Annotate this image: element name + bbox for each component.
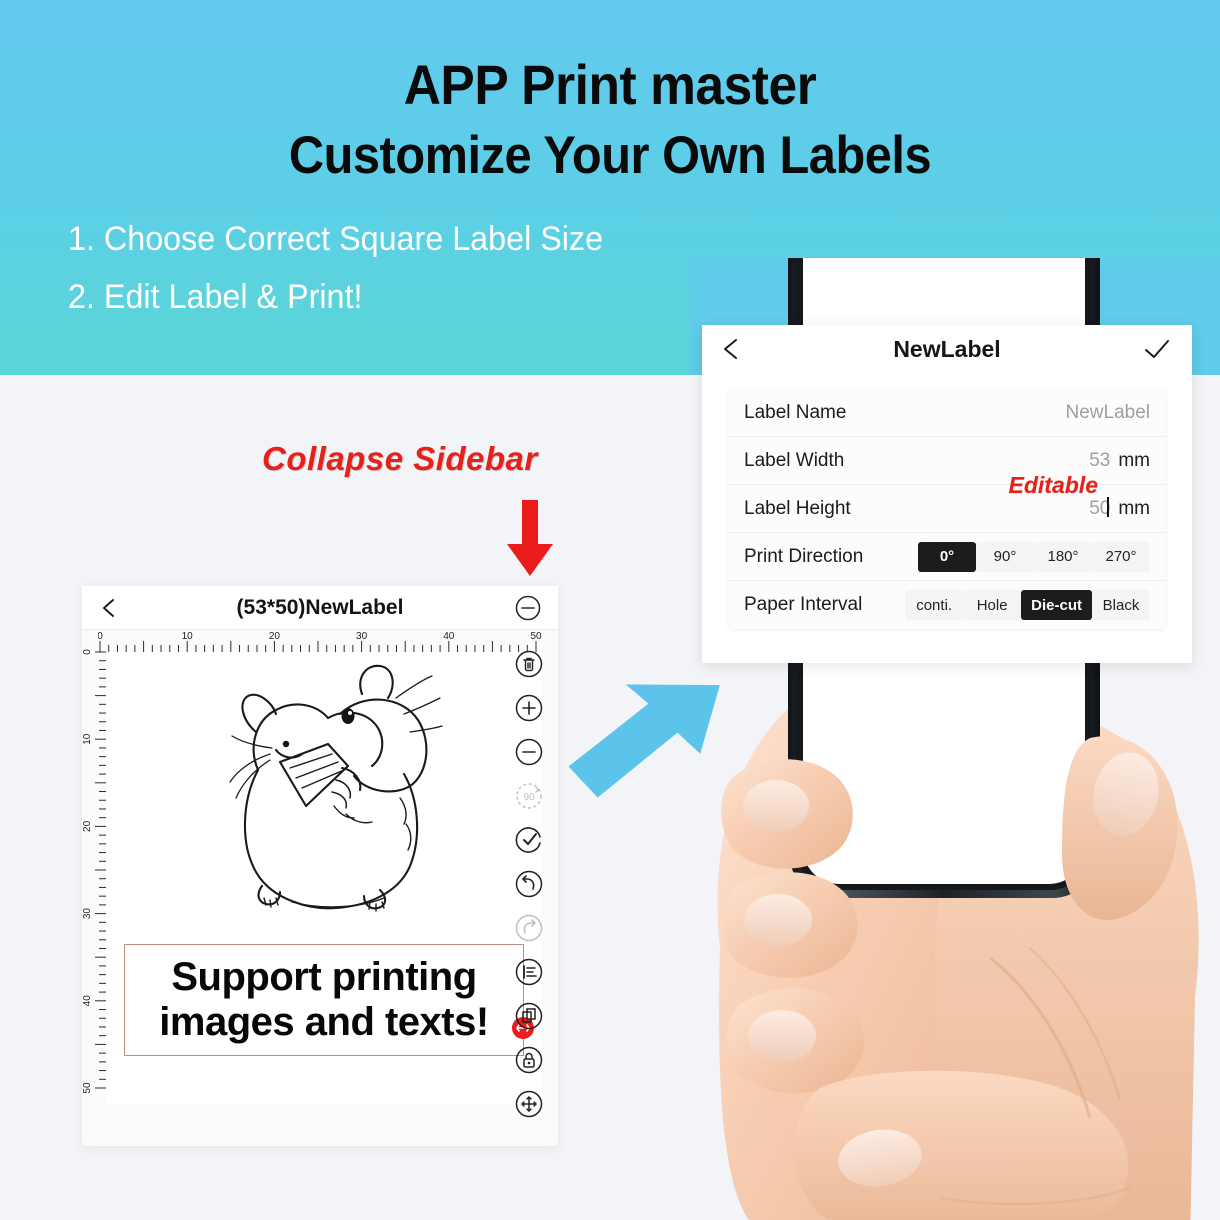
svg-text:0: 0: [98, 631, 103, 642]
row-label: Label Width: [744, 449, 845, 471]
horizontal-ruler: 0 10 20 30 40 50: [97, 630, 542, 652]
align-icon[interactable]: [513, 956, 545, 988]
label-height-field[interactable]: 50 mm: [1089, 497, 1150, 520]
paper-interval-segmented: conti. Hole Die-cut Black: [905, 590, 1150, 620]
label-width-value: 53: [1089, 449, 1111, 471]
editor-header: (53*50)NewLabel: [82, 586, 558, 630]
print-direction-option-90[interactable]: 90°: [976, 541, 1034, 572]
step-item-2: 2. Edit Label & Print!: [68, 278, 363, 316]
chevron-left-icon[interactable]: [720, 337, 742, 361]
print-direction-option-0[interactable]: 0°: [918, 541, 976, 572]
svg-text:0: 0: [82, 649, 93, 655]
svg-text:40: 40: [443, 631, 455, 642]
text-object-selection[interactable]: Support printing images and texts!: [124, 944, 534, 1056]
row-label: Paper Interval: [744, 594, 863, 615]
print-direction-option-180[interactable]: 180°: [1034, 541, 1092, 572]
row-label-height[interactable]: Label Height 50 mm: [728, 485, 1166, 533]
confirm-check-icon[interactable]: [513, 824, 545, 856]
row-label: Label Height: [744, 497, 851, 519]
svg-text:90: 90: [523, 792, 535, 803]
label-width-field[interactable]: 53 mm: [1089, 450, 1150, 472]
label-canvas[interactable]: Support printing images and texts!: [106, 652, 542, 1104]
page-subtitle: Customize Your Own Labels: [288, 126, 932, 185]
label-text-line-2: images and texts!: [159, 1000, 489, 1044]
row-print-direction: Print Direction 0° 90° 180° 270°: [728, 533, 1166, 581]
steps-list: 1. Choose Correct Square Label Size 2. E…: [68, 222, 631, 338]
chevron-left-icon[interactable]: [98, 597, 120, 619]
svg-text:10: 10: [182, 631, 194, 642]
row-label-name[interactable]: Label Name NewLabel: [728, 389, 1166, 437]
svg-text:20: 20: [269, 631, 281, 642]
svg-text:10: 10: [82, 733, 93, 745]
blue-pointer-arrow-icon: [556, 676, 736, 806]
label-text-line-1: Support printing: [171, 955, 477, 1000]
row-paper-interval: Paper Interval conti. Hole Die-cut Black: [728, 581, 1166, 629]
paper-interval-option-black[interactable]: Black: [1092, 590, 1150, 620]
zoom-in-icon[interactable]: [513, 692, 545, 724]
page-title: APP Print master: [403, 53, 817, 116]
editor-toolbar: 90: [506, 648, 552, 1132]
red-down-arrow-icon: [500, 500, 560, 578]
editable-annotation: Editable: [1008, 472, 1098, 498]
text-cursor: [1107, 497, 1110, 517]
lock-icon[interactable]: [513, 1044, 545, 1076]
label-width-unit: mm: [1118, 449, 1150, 471]
svg-text:30: 30: [356, 631, 368, 642]
move-icon[interactable]: [513, 1088, 545, 1120]
zoom-out-icon[interactable]: [513, 736, 545, 768]
rotate-90-icon[interactable]: 90: [513, 780, 545, 812]
svg-text:20: 20: [82, 820, 93, 832]
row-label-width[interactable]: Label Width 53 mm: [728, 437, 1166, 485]
settings-card: Label Name NewLabel Label Width 53 mm La…: [728, 389, 1166, 629]
check-icon[interactable]: [1142, 337, 1172, 361]
settings-title: NewLabel: [893, 335, 1001, 362]
settings-header: NewLabel: [702, 325, 1192, 373]
label-name-value: NewLabel: [1065, 401, 1151, 423]
label-settings-panel: NewLabel Label Name NewLabel Label Width…: [702, 325, 1192, 663]
duplicate-icon[interactable]: [513, 1000, 545, 1032]
step-item-1: 1. Choose Correct Square Label Size: [68, 220, 604, 258]
svg-text:40: 40: [82, 995, 93, 1007]
label-height-unit: mm: [1118, 498, 1150, 519]
row-label: Label Name: [744, 401, 847, 423]
vertical-ruler: 0 10 20 30 40 50: [82, 648, 106, 1104]
undo-icon[interactable]: [513, 868, 545, 900]
print-direction-option-270[interactable]: 270°: [1092, 541, 1150, 572]
label-editor-panel: (53*50)NewLabel 0 10 20 30 40 50 0 10 20 30 40 50: [82, 586, 558, 1146]
svg-text:50: 50: [530, 631, 542, 642]
paper-interval-option-hole[interactable]: Hole: [963, 590, 1022, 620]
row-label: Print Direction: [744, 545, 864, 567]
svg-text:30: 30: [82, 908, 93, 920]
hamster-line-art-image[interactable]: [214, 658, 444, 918]
print-direction-segmented: 0° 90° 180° 270°: [918, 541, 1150, 572]
redo-icon[interactable]: [513, 912, 545, 944]
page-root: APP Print master Customize Your Own Labe…: [0, 0, 1220, 1220]
editor-title: (53*50)NewLabel: [236, 595, 404, 619]
paper-interval-option-diecut[interactable]: Die-cut: [1021, 590, 1092, 620]
delete-icon[interactable]: [513, 648, 545, 680]
paper-interval-option-conti[interactable]: conti.: [905, 590, 964, 620]
circle-minus-icon[interactable]: [514, 594, 542, 622]
svg-text:50: 50: [82, 1082, 93, 1094]
collapse-sidebar-annotation: Collapse Sidebar: [262, 440, 538, 477]
